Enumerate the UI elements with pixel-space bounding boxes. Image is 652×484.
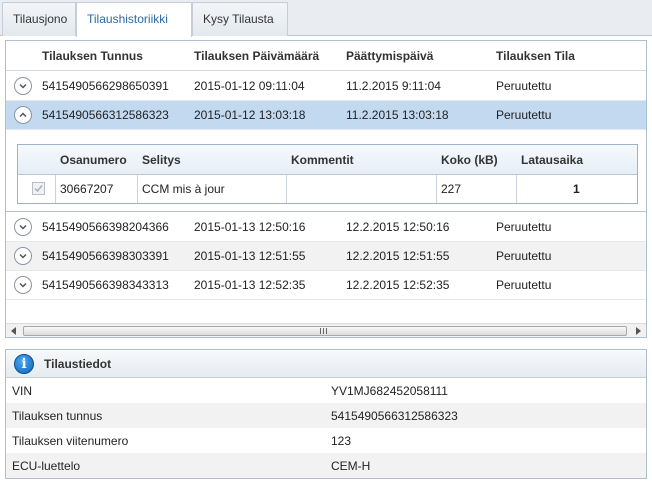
info-row-ecu-list: ECU-luettelo CEM-H xyxy=(6,453,646,478)
order-id: 5415490566398303391 xyxy=(42,249,169,263)
order-date: 2015-01-13 12:51:55 xyxy=(194,249,306,263)
grip-icon xyxy=(320,328,328,334)
column-divider xyxy=(436,175,437,203)
column-divider xyxy=(516,175,517,203)
tab-kysy-tilausta[interactable]: Kysy Tilausta xyxy=(192,2,288,36)
tab-tilausjono[interactable]: Tilausjono xyxy=(2,2,76,36)
column-header-size[interactable]: Koko (kB) xyxy=(441,153,498,167)
checkbox-icon[interactable] xyxy=(32,182,45,195)
column-header-part-number[interactable]: Osanumero xyxy=(60,153,127,167)
info-value: YV1MJ682452058111 xyxy=(331,384,448,398)
order-date: 2015-01-13 12:50:16 xyxy=(194,220,306,234)
order-detail-panel: Osanumero Selitys Kommentit Koko (kB) La… xyxy=(6,130,646,212)
chevron-down-icon[interactable] xyxy=(14,218,32,236)
order-date: 2015-01-12 13:03:18 xyxy=(194,108,306,122)
scroll-right-icon[interactable] xyxy=(631,324,645,338)
detail-row[interactable]: 30667207 CCM mis à jour 227 1 xyxy=(18,175,637,203)
info-panel-title: Tilaustiedot xyxy=(44,357,112,371)
column-header-comments[interactable]: Kommentit xyxy=(291,153,354,167)
table-row-selected[interactable]: 5415490566312586323 2015-01-12 13:03:18 … xyxy=(6,101,646,130)
scroll-left-icon[interactable] xyxy=(7,324,21,338)
info-row-order-id: Tilauksen tunnus 5415490566312586323 xyxy=(6,403,646,428)
info-icon: i xyxy=(14,354,34,374)
detail-grid-header: Osanumero Selitys Kommentit Koko (kB) La… xyxy=(18,145,637,175)
column-header-order-id[interactable]: Tilauksen Tunnus xyxy=(42,49,143,63)
order-id: 5415490566398343313 xyxy=(42,278,169,292)
chevron-down-icon[interactable] xyxy=(14,77,32,95)
info-panel-header: i Tilaustiedot xyxy=(6,350,646,378)
order-status: Peruutettu xyxy=(496,278,552,292)
table-row[interactable]: 5415490566398343313 2015-01-13 12:52:35 … xyxy=(6,271,646,300)
info-value: 123 xyxy=(331,434,352,448)
info-label: ECU-luettelo xyxy=(12,459,81,473)
column-header-description[interactable]: Selitys xyxy=(142,153,181,167)
load-time: 1 xyxy=(573,182,580,196)
table-row[interactable]: 5415490566398303391 2015-01-13 12:51:55 … xyxy=(6,242,646,271)
info-label: Tilauksen viitenumero xyxy=(12,434,129,448)
column-divider xyxy=(55,175,56,203)
column-header-order-date[interactable]: Tilauksen Päivämäärä xyxy=(194,49,319,63)
order-status: Peruutettu xyxy=(496,220,552,234)
order-date: 2015-01-13 12:52:35 xyxy=(194,278,306,292)
scrollbar-thumb[interactable] xyxy=(23,326,627,336)
end-date: 12.2.2015 12:51:55 xyxy=(346,249,450,263)
info-row-vin: VIN YV1MJ682452058111 xyxy=(6,378,646,403)
chevron-down-icon[interactable] xyxy=(14,247,32,265)
order-id: 5415490566398204366 xyxy=(42,220,169,234)
info-label: Tilauksen tunnus xyxy=(12,409,103,423)
info-value: 5415490566312586323 xyxy=(331,409,458,423)
part-number: 30667207 xyxy=(60,182,114,196)
order-id: 5415490566298650391 xyxy=(42,79,169,93)
column-header-end-date[interactable]: Päättymispäivä xyxy=(346,49,433,63)
end-date: 11.2.2015 13:03:18 xyxy=(346,108,449,122)
end-date: 12.2.2015 12:52:35 xyxy=(346,278,450,292)
order-status: Peruutettu xyxy=(496,79,552,93)
part-size: 227 xyxy=(441,182,462,196)
column-divider xyxy=(137,175,138,203)
grid-header: Tilauksen Tunnus Tilauksen Päivämäärä Pä… xyxy=(6,41,646,71)
order-info-panel: i Tilaustiedot VIN YV1MJ682452058111 Til… xyxy=(5,349,647,479)
tab-bar: Tilausjono Tilaushistoriikki Kysy Tilaus… xyxy=(0,0,652,37)
column-header-status[interactable]: Tilauksen Tila xyxy=(496,49,575,63)
order-status: Peruutettu xyxy=(496,108,552,122)
order-history-grid: Tilauksen Tunnus Tilauksen Päivämäärä Pä… xyxy=(5,40,647,338)
end-date: 12.2.2015 12:50:16 xyxy=(346,220,450,234)
order-status: Peruutettu xyxy=(496,249,552,263)
detail-grid: Osanumero Selitys Kommentit Koko (kB) La… xyxy=(17,144,638,204)
end-date: 11.2.2015 9:11:04 xyxy=(346,79,441,93)
tab-tilaushistoriikki[interactable]: Tilaushistoriikki xyxy=(76,2,192,37)
info-row-reference: Tilauksen viitenumero 123 xyxy=(6,428,646,453)
chevron-down-icon[interactable] xyxy=(14,276,32,294)
info-label: VIN xyxy=(12,384,33,398)
order-date: 2015-01-12 09:11:04 xyxy=(194,79,305,93)
column-divider xyxy=(286,175,287,203)
table-row[interactable]: 5415490566298650391 2015-01-12 09:11:04 … xyxy=(6,72,646,101)
horizontal-scrollbar[interactable] xyxy=(6,323,646,337)
part-description: CCM mis à jour xyxy=(142,182,225,196)
order-id: 5415490566312586323 xyxy=(42,108,169,122)
column-header-load-time[interactable]: Latausaika xyxy=(521,153,583,167)
chevron-up-icon[interactable] xyxy=(14,106,32,124)
info-value: CEM-H xyxy=(331,459,371,473)
table-row[interactable]: 5415490566398204366 2015-01-13 12:50:16 … xyxy=(6,213,646,242)
